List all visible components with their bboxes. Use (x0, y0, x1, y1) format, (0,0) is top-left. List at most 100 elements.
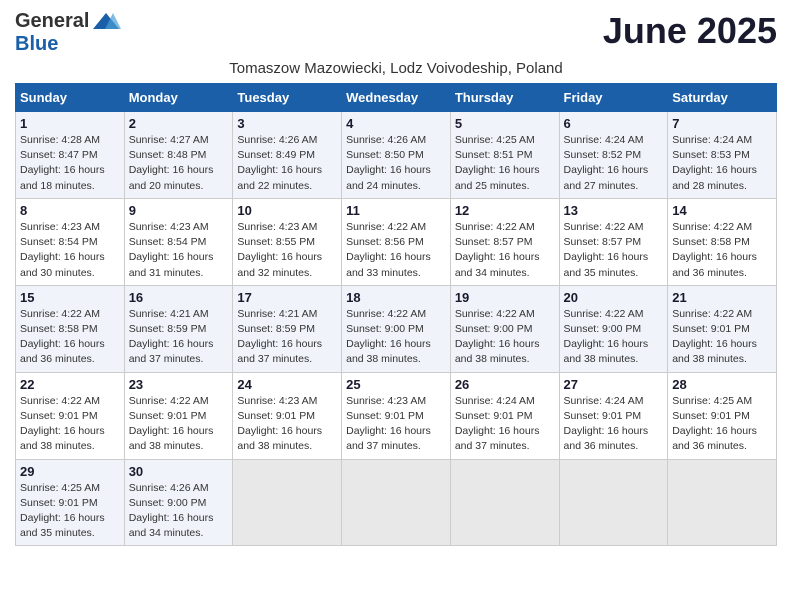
day-number: 8 (20, 203, 120, 218)
day-number: 14 (672, 203, 772, 218)
calendar-cell: 10Sunrise: 4:23 AM Sunset: 8:55 PM Dayli… (233, 198, 342, 285)
day-number: 30 (129, 464, 229, 479)
col-header-monday: Monday (124, 84, 233, 112)
day-number: 3 (237, 116, 337, 131)
day-detail: Sunrise: 4:24 AM Sunset: 8:53 PM Dayligh… (672, 133, 772, 194)
logo-icon (91, 11, 121, 33)
calendar-cell: 12 Sunrise: 4:22 AM Sunset: 8:57 PM Dayli… (450, 198, 559, 285)
col-header-saturday: Saturday (668, 84, 777, 112)
day-number: 16 (129, 290, 229, 305)
calendar-cell (559, 459, 668, 546)
day-detail: Sunrise: 4:22 AM Sunset: 9:01 PM Dayligh… (672, 307, 772, 368)
day-number: 10 (237, 203, 337, 218)
subtitle: Tomaszow Mazowiecki, Lodz Voivodeship, P… (15, 60, 777, 77)
day-number: 19 (455, 290, 555, 305)
day-number: 24 (237, 377, 337, 392)
day-detail: Sunrise: 4:22 AM Sunset: 8:58 PM Dayligh… (20, 307, 120, 368)
day-detail: Sunrise: 4:22 AM Sunset: 9:00 PM Dayligh… (346, 307, 446, 368)
day-number: 11 (346, 203, 446, 218)
day-detail: Sunrise: 4:22 AM Sunset: 9:00 PM Dayligh… (564, 307, 664, 368)
calendar-cell: 7 Sunrise: 4:24 AM Sunset: 8:53 PM Daylig… (668, 112, 777, 199)
day-detail: Sunrise: 4:28 AM Sunset: 8:47 PM Dayligh… (20, 133, 120, 194)
day-detail: Sunrise: 4:25 AM Sunset: 9:01 PM Dayligh… (20, 481, 120, 542)
day-detail: Sunrise: 4:26 AM Sunset: 8:50 PM Dayligh… (346, 133, 446, 194)
logo: General Blue (15, 10, 121, 56)
day-number: 12 (455, 203, 555, 218)
calendar-cell: 15 Sunrise: 4:22 AM Sunset: 8:58 PM Dayli… (16, 285, 125, 372)
calendar-cell (233, 459, 342, 546)
day-number: 2 (129, 116, 229, 131)
day-detail: Sunrise: 4:21 AM Sunset: 8:59 PM Dayligh… (237, 307, 337, 368)
col-header-tuesday: Tuesday (233, 84, 342, 112)
day-detail: Sunrise: 4:22 AM Sunset: 9:01 PM Dayligh… (20, 394, 120, 455)
day-detail: Sunrise: 4:24 AM Sunset: 8:52 PM Dayligh… (564, 133, 664, 194)
calendar-cell: 11 Sunrise: 4:22 AM Sunset: 8:56 PM Dayli… (342, 198, 451, 285)
calendar-cell: 1Sunrise: 4:28 AM Sunset: 8:47 PM Daylig… (16, 112, 125, 199)
col-header-wednesday: Wednesday (342, 84, 451, 112)
calendar-cell: 20 Sunrise: 4:22 AM Sunset: 9:00 PM Dayli… (559, 285, 668, 372)
day-number: 9 (129, 203, 229, 218)
day-detail: Sunrise: 4:26 AM Sunset: 8:49 PM Dayligh… (237, 133, 337, 194)
calendar-cell: 4 Sunrise: 4:26 AM Sunset: 8:50 PM Daylig… (342, 112, 451, 199)
day-number: 4 (346, 116, 446, 131)
calendar-cell: 3 Sunrise: 4:26 AM Sunset: 8:49 PM Daylig… (233, 112, 342, 199)
calendar-cell: 22 Sunrise: 4:22 AM Sunset: 9:01 PM Dayli… (16, 372, 125, 459)
calendar-cell: 8 Sunrise: 4:23 AM Sunset: 8:54 PM Daylig… (16, 198, 125, 285)
day-detail: Sunrise: 4:22 AM Sunset: 8:56 PM Dayligh… (346, 220, 446, 281)
day-detail: Sunrise: 4:22 AM Sunset: 8:58 PM Dayligh… (672, 220, 772, 281)
calendar-table: SundayMondayTuesdayWednesdayThursdayFrid… (15, 83, 777, 546)
day-number: 29 (20, 464, 120, 479)
calendar-cell: 18 Sunrise: 4:22 AM Sunset: 9:00 PM Dayli… (342, 285, 451, 372)
day-number: 25 (346, 377, 446, 392)
calendar-cell: 24 Sunrise: 4:23 AM Sunset: 9:01 PM Dayli… (233, 372, 342, 459)
calendar-cell: 19Sunrise: 4:22 AM Sunset: 9:00 PM Dayli… (450, 285, 559, 372)
day-detail: Sunrise: 4:21 AM Sunset: 8:59 PM Dayligh… (129, 307, 229, 368)
month-title: June 2025 (603, 10, 777, 52)
day-number: 21 (672, 290, 772, 305)
day-number: 23 (129, 377, 229, 392)
col-header-thursday: Thursday (450, 84, 559, 112)
calendar-cell: 27Sunrise: 4:24 AM Sunset: 9:01 PM Dayli… (559, 372, 668, 459)
day-detail: Sunrise: 4:24 AM Sunset: 9:01 PM Dayligh… (455, 394, 555, 455)
header: General Blue June 2025 (15, 10, 777, 56)
calendar-cell: 25 Sunrise: 4:23 AM Sunset: 9:01 PM Dayli… (342, 372, 451, 459)
calendar-cell: 23 Sunrise: 4:22 AM Sunset: 9:01 PM Dayli… (124, 372, 233, 459)
day-detail: Sunrise: 4:23 AM Sunset: 8:54 PM Dayligh… (20, 220, 120, 281)
day-detail: Sunrise: 4:22 AM Sunset: 9:01 PM Dayligh… (129, 394, 229, 455)
day-detail: Sunrise: 4:22 AM Sunset: 8:57 PM Dayligh… (455, 220, 555, 281)
day-detail: Sunrise: 4:23 AM Sunset: 9:01 PM Dayligh… (346, 394, 446, 455)
day-number: 7 (672, 116, 772, 131)
day-number: 22 (20, 377, 120, 392)
day-detail: Sunrise: 4:27 AM Sunset: 8:48 PM Dayligh… (129, 133, 229, 194)
day-detail: Sunrise: 4:25 AM Sunset: 9:01 PM Dayligh… (672, 394, 772, 455)
day-number: 6 (564, 116, 664, 131)
day-number: 20 (564, 290, 664, 305)
col-header-friday: Friday (559, 84, 668, 112)
calendar-cell: 21 Sunrise: 4:22 AM Sunset: 9:01 PM Dayli… (668, 285, 777, 372)
day-detail: Sunrise: 4:25 AM Sunset: 8:51 PM Dayligh… (455, 133, 555, 194)
day-number: 27 (564, 377, 664, 392)
calendar-cell: 30 Sunrise: 4:26 AM Sunset: 9:00 PM Dayli… (124, 459, 233, 546)
day-detail: Sunrise: 4:23 AM Sunset: 8:54 PM Dayligh… (129, 220, 229, 281)
calendar-cell: 16 Sunrise: 4:21 AM Sunset: 8:59 PM Dayli… (124, 285, 233, 372)
calendar-cell: 28 Sunrise: 4:25 AM Sunset: 9:01 PM Dayli… (668, 372, 777, 459)
logo-blue: Blue (15, 33, 58, 56)
day-number: 26 (455, 377, 555, 392)
calendar-cell: 29 Sunrise: 4:25 AM Sunset: 9:01 PM Dayli… (16, 459, 125, 546)
calendar-cell (342, 459, 451, 546)
day-number: 18 (346, 290, 446, 305)
day-detail: Sunrise: 4:22 AM Sunset: 8:57 PM Dayligh… (564, 220, 664, 281)
logo-general: General (15, 10, 89, 33)
day-number: 5 (455, 116, 555, 131)
day-detail: Sunrise: 4:26 AM Sunset: 9:00 PM Dayligh… (129, 481, 229, 542)
calendar-cell: 2 Sunrise: 4:27 AM Sunset: 8:48 PM Daylig… (124, 112, 233, 199)
day-number: 28 (672, 377, 772, 392)
calendar-cell (450, 459, 559, 546)
calendar-cell (668, 459, 777, 546)
calendar-cell: 17Sunrise: 4:21 AM Sunset: 8:59 PM Dayli… (233, 285, 342, 372)
day-number: 15 (20, 290, 120, 305)
calendar-cell: 9 Sunrise: 4:23 AM Sunset: 8:54 PM Daylig… (124, 198, 233, 285)
calendar-cell: 26 Sunrise: 4:24 AM Sunset: 9:01 PM Dayli… (450, 372, 559, 459)
day-number: 13 (564, 203, 664, 218)
day-detail: Sunrise: 4:23 AM Sunset: 9:01 PM Dayligh… (237, 394, 337, 455)
